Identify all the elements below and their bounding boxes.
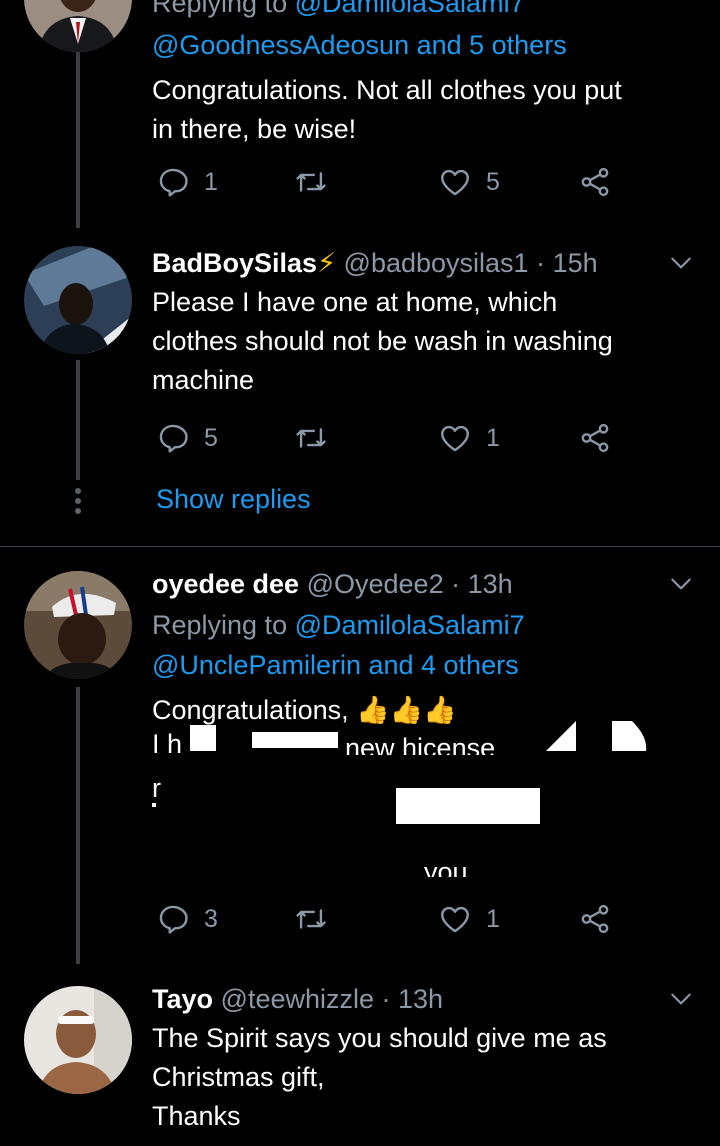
tweet-text-line: Congratulations. Not all clothes you put — [152, 75, 622, 105]
tweet-time: · 15h — [536, 248, 598, 278]
redaction-block — [396, 788, 540, 824]
tweet-3[interactable]: oyedee dee @Oyedee2 · 13h Replying to @D… — [0, 547, 720, 964]
thread-line — [76, 52, 80, 228]
share-icon — [581, 423, 609, 453]
tweet-4[interactable]: Tayo @teewhizzle · 13h The Spirit says y… — [0, 964, 720, 1146]
reply-button[interactable]: 5 — [156, 418, 218, 458]
like-button[interactable]: 5 — [438, 162, 500, 202]
tweet-1[interactable]: Replying to @DamilolaSalami7 @GoodnessAd… — [0, 0, 720, 228]
redaction-block — [252, 732, 338, 748]
mentions-link[interactable]: @UnclePamilerin and 4 others — [152, 646, 696, 685]
redaction-block — [190, 725, 216, 751]
show-replies-link[interactable]: Show replies — [156, 484, 311, 515]
chevron-down-icon[interactable] — [668, 986, 694, 1012]
thread-line — [76, 687, 80, 964]
share-icon — [581, 167, 609, 197]
replying-to: Replying to @DamilolaSalami7 — [152, 610, 525, 640]
author-name[interactable]: Tayo — [152, 984, 213, 1014]
thread-line — [76, 360, 80, 480]
like-icon — [441, 425, 469, 452]
tweet-text-line: r — [152, 773, 161, 803]
tweet-header: oyedee dee @Oyedee2 · 13h — [152, 565, 696, 604]
avatar[interactable] — [24, 246, 132, 354]
author-name[interactable]: BadBoySilas — [152, 248, 317, 278]
avatar[interactable] — [24, 571, 132, 679]
replying-handle-link[interactable]: @DamilolaSalami7 — [295, 0, 525, 18]
like-button[interactable]: 1 — [438, 899, 500, 939]
replying-to: Replying to @DamilolaSalami7 — [152, 0, 696, 23]
like-icon — [441, 906, 469, 933]
reply-icon — [159, 168, 188, 197]
retweet-icon — [296, 428, 326, 448]
replying-handle-link[interactable]: @DamilolaSalami7 — [295, 610, 525, 640]
tweet-text-line: I h — [152, 729, 183, 753]
like-button[interactable]: 1 — [438, 418, 500, 458]
retweet-button[interactable] — [294, 899, 328, 939]
more-replies-dots — [74, 488, 82, 518]
retweet-icon — [296, 172, 326, 192]
share-button[interactable] — [578, 899, 612, 939]
author-name[interactable]: oyedee dee — [152, 569, 299, 599]
tweet-text-line: new hicense — [345, 733, 496, 755]
retweet-button[interactable] — [294, 162, 328, 202]
author-handle[interactable]: @badboysilas1 — [344, 248, 529, 278]
share-button[interactable] — [578, 162, 612, 202]
chevron-down-icon[interactable] — [668, 250, 694, 276]
mentions-link[interactable]: @GoodnessAdeosun and 5 others — [152, 26, 696, 65]
chevron-down-icon[interactable] — [668, 571, 694, 597]
reply-icon — [159, 424, 188, 453]
reply-button[interactable]: 1 — [156, 162, 218, 202]
tweet-header: BadBoySilas⚡ @badboysilas1 · 15h — [152, 248, 598, 278]
tweet-text-line: Thanks — [152, 1101, 241, 1131]
retweet-icon — [296, 909, 326, 929]
tweet-text-line — [152, 803, 156, 807]
share-button[interactable] — [578, 418, 612, 458]
tweet-text-line: you... — [424, 857, 491, 877]
share-icon — [581, 904, 609, 934]
tweet-text-line: in there, be wise! — [152, 114, 357, 144]
tweet-text-line: The Spirit says you should give me as — [152, 1023, 607, 1053]
tweet-text-line: Please I have one at home, which — [152, 287, 558, 317]
author-handle[interactable]: @teewhizzle — [221, 984, 374, 1014]
tweet-text-line: Christmas gift, — [152, 1062, 325, 1092]
avatar[interactable] — [24, 0, 132, 52]
redaction-shape — [546, 721, 647, 751]
avatar[interactable] — [24, 986, 132, 1094]
tweet-text-line: machine — [152, 365, 255, 395]
author-handle[interactable]: @Oyedee2 — [307, 569, 444, 599]
tweet-header: Tayo @teewhizzle · 13h — [152, 980, 696, 1019]
like-icon — [441, 169, 469, 196]
reply-icon — [159, 905, 188, 934]
reply-button[interactable]: 3 — [156, 899, 218, 939]
tweet-text-line: clothes should not be wash in washing — [152, 326, 613, 356]
tweet-time: · 13h — [451, 569, 513, 599]
tweet-2[interactable]: BadBoySilas⚡ @badboysilas1 · 15h Please … — [0, 228, 720, 546]
tweet-time: · 13h — [381, 984, 444, 1014]
retweet-button[interactable] — [294, 418, 328, 458]
